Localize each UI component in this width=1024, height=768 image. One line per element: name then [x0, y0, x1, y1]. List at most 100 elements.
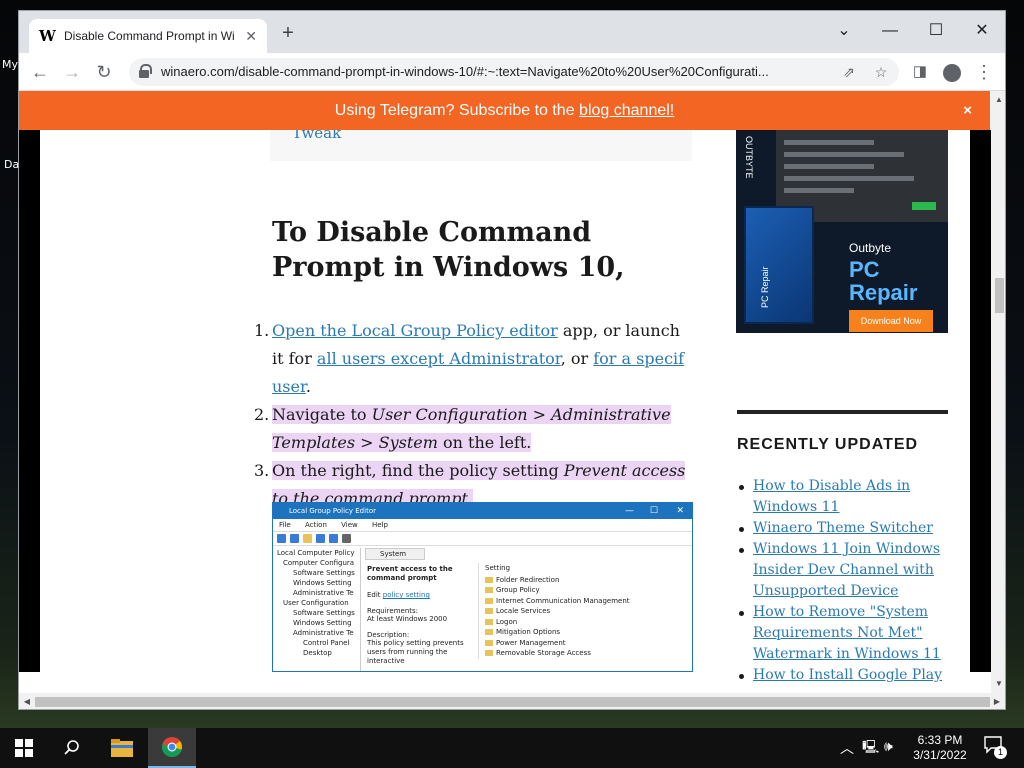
tab-search-icon[interactable]: ⌄ [821, 17, 867, 45]
description-value: This policy setting prevents users from … [367, 639, 464, 665]
page-margin-left [19, 130, 40, 672]
folder-icon [485, 597, 493, 604]
gpedit-screenshot: Local Group Policy Editor — ☐ ✕ File Act… [272, 502, 693, 672]
recent-post-link[interactable]: How to Install Google Play [753, 667, 942, 683]
list-item-label: Logon [496, 617, 518, 626]
system-clock[interactable]: 6:33 PM 3/31/2022 [902, 733, 978, 763]
ad-product-box: PC Repair [744, 206, 814, 324]
folder-icon [485, 650, 493, 656]
maximize-button[interactable]: ☐ [913, 17, 959, 45]
ad-bar [784, 188, 854, 193]
network-icon[interactable]: 🖳 [862, 738, 879, 760]
page-content: Tweak To Disable Command Prompt in Windo… [40, 124, 970, 683]
vertical-scrollbar[interactable]: ▲ ▼ [991, 91, 1005, 693]
scroll-down-arrow-icon[interactable]: ▼ [991, 679, 1005, 688]
new-tab-button[interactable]: + [277, 23, 299, 45]
reload-button[interactable]: ↻ [91, 59, 117, 85]
search-button[interactable] [48, 728, 96, 768]
requirements-value: At least Windows 2000 [367, 615, 448, 623]
sidebar-heading: RECENTLY UPDATED [737, 436, 919, 453]
tree-node: Administrative Te [293, 589, 354, 597]
lock-icon[interactable] [139, 64, 152, 78]
side-panel-icon[interactable]: ◨ [907, 59, 933, 85]
vertical-scroll-thumb[interactable] [995, 278, 1004, 313]
list-item-label: Folder Redirection [496, 575, 560, 584]
edit-line: Edit policy setting [367, 591, 475, 599]
scroll-up-arrow-icon[interactable]: ▲ [991, 95, 1005, 104]
tree-node: Local Computer Policy [277, 549, 355, 557]
tree-node: Windows Setting [293, 579, 352, 587]
blog-channel-link[interactable]: blog channel! [579, 102, 674, 119]
horizontal-scroll-thumb[interactable] [35, 697, 990, 707]
list-item: Internet Communication Management [485, 596, 683, 607]
back-button[interactable]: ← [27, 59, 53, 85]
minimize-button[interactable]: — [867, 17, 913, 45]
highlighted-text: On the right, find the policy setting Pr… [272, 461, 686, 508]
back-icon [277, 534, 286, 543]
share-icon[interactable]: ⇗ [839, 62, 859, 82]
tree-node: Computer Configura [283, 559, 355, 567]
step-number: 2. [254, 405, 270, 424]
list-item: How to Install Google Play [737, 665, 948, 686]
folder-icon [303, 534, 312, 543]
gpedit-title: Local Group Policy Editor [289, 507, 376, 515]
tree-node: Windows Setting [293, 619, 352, 627]
recent-post-link[interactable]: Windows 11 Join Windows Insider Dev Chan… [753, 541, 940, 599]
maximize-icon: ☐ [649, 506, 658, 516]
minimize-icon: — [625, 506, 634, 516]
steps-list: 1. Open the Local Group Policy editor ap… [254, 317, 692, 513]
all-users-link[interactable]: all users except Administrator [317, 349, 561, 368]
bookmark-star-icon[interactable]: ☆ [871, 62, 891, 82]
edit-policy-link: policy setting [382, 591, 430, 599]
profile-avatar[interactable] [939, 59, 965, 85]
list-item: Winaero Theme Switcher [737, 518, 948, 539]
url-text[interactable]: winaero.com/disable-command-prompt-in-wi… [161, 64, 826, 79]
file-explorer-button[interactable] [98, 728, 146, 768]
menu-dots-icon[interactable]: ⋮ [971, 59, 997, 85]
horizontal-scrollbar[interactable]: ◀ ▶ [19, 693, 1005, 709]
tab-close-icon[interactable]: ✕ [245, 28, 257, 45]
step-item: 1. Open the Local Group Policy editor ap… [254, 317, 692, 401]
close-window-button[interactable]: ✕ [959, 17, 1005, 45]
gpedit-menu-item: File [279, 521, 291, 529]
ad-bar [784, 164, 874, 169]
recent-post-link[interactable]: How to Disable Ads in Windows 11 [753, 478, 910, 515]
banner-close-button[interactable]: × [963, 91, 972, 130]
forward-button[interactable]: → [59, 59, 85, 85]
list-item-label: Locale Services [496, 607, 551, 615]
gpedit-description-pane: Prevent access to the command prompt Edi… [365, 565, 475, 666]
recently-updated-list: How to Disable Ads in Windows 11 Winaero… [737, 476, 948, 686]
chrome-taskbar-button[interactable] [148, 728, 196, 768]
folder-icon [485, 629, 493, 635]
open-gpedit-link[interactable]: Open the Local Group Policy editor [272, 321, 558, 340]
step-text: on the left. [437, 433, 532, 452]
recent-post-link[interactable]: How to Remove "System Requirements Not M… [753, 604, 941, 662]
gpedit-tree: Local Computer Policy Computer Configura… [273, 548, 361, 671]
list-item: Logon [485, 617, 683, 628]
address-bar[interactable]: winaero.com/disable-command-prompt-in-wi… [129, 58, 899, 86]
list-item: Folder Redirection [485, 575, 683, 586]
show-hidden-icons-chevron-icon[interactable]: ︿ [840, 738, 854, 758]
notification-count-badge: 1 [994, 746, 1007, 759]
browser-window: W Disable Command Prompt in Wi ✕ + ⌄ — ☐… [18, 10, 1006, 710]
list-item-label: Removable Storage Access [496, 649, 591, 657]
desktop-icon-label[interactable]: Da [4, 158, 19, 171]
scroll-left-arrow-icon[interactable]: ◀ [19, 697, 35, 706]
start-button[interactable] [0, 728, 48, 768]
browser-tab[interactable]: W Disable Command Prompt in Wi ✕ [29, 19, 267, 53]
winaero-favicon-icon: W [39, 27, 56, 45]
desktop-icon-label[interactable]: My [2, 58, 18, 71]
volume-icon[interactable]: 🕪 [884, 738, 893, 755]
outbyte-ad[interactable]: OUTBYTE PC Repair Outbyte PC Repair Down… [736, 130, 948, 333]
windows-logo-icon [15, 739, 33, 757]
step-text: Navigate to [272, 405, 372, 424]
recent-post-link[interactable]: Winaero Theme Switcher [753, 520, 933, 536]
list-item: Windows 11 Join Windows Insider Dev Chan… [737, 539, 948, 602]
tab-title: Disable Command Prompt in Wi [64, 29, 235, 43]
action-center-button[interactable]: 1 [984, 736, 1007, 759]
ad-download-button[interactable]: Download Now [849, 310, 933, 332]
page-viewport: Tweak To Disable Command Prompt in Windo… [19, 91, 991, 693]
taskbar: ︿ 🖳 🕪 6:33 PM 3/31/2022 1 [0, 728, 1024, 768]
gpedit-menu-item: Help [371, 521, 388, 529]
scroll-right-arrow-icon[interactable]: ▶ [989, 697, 1005, 706]
